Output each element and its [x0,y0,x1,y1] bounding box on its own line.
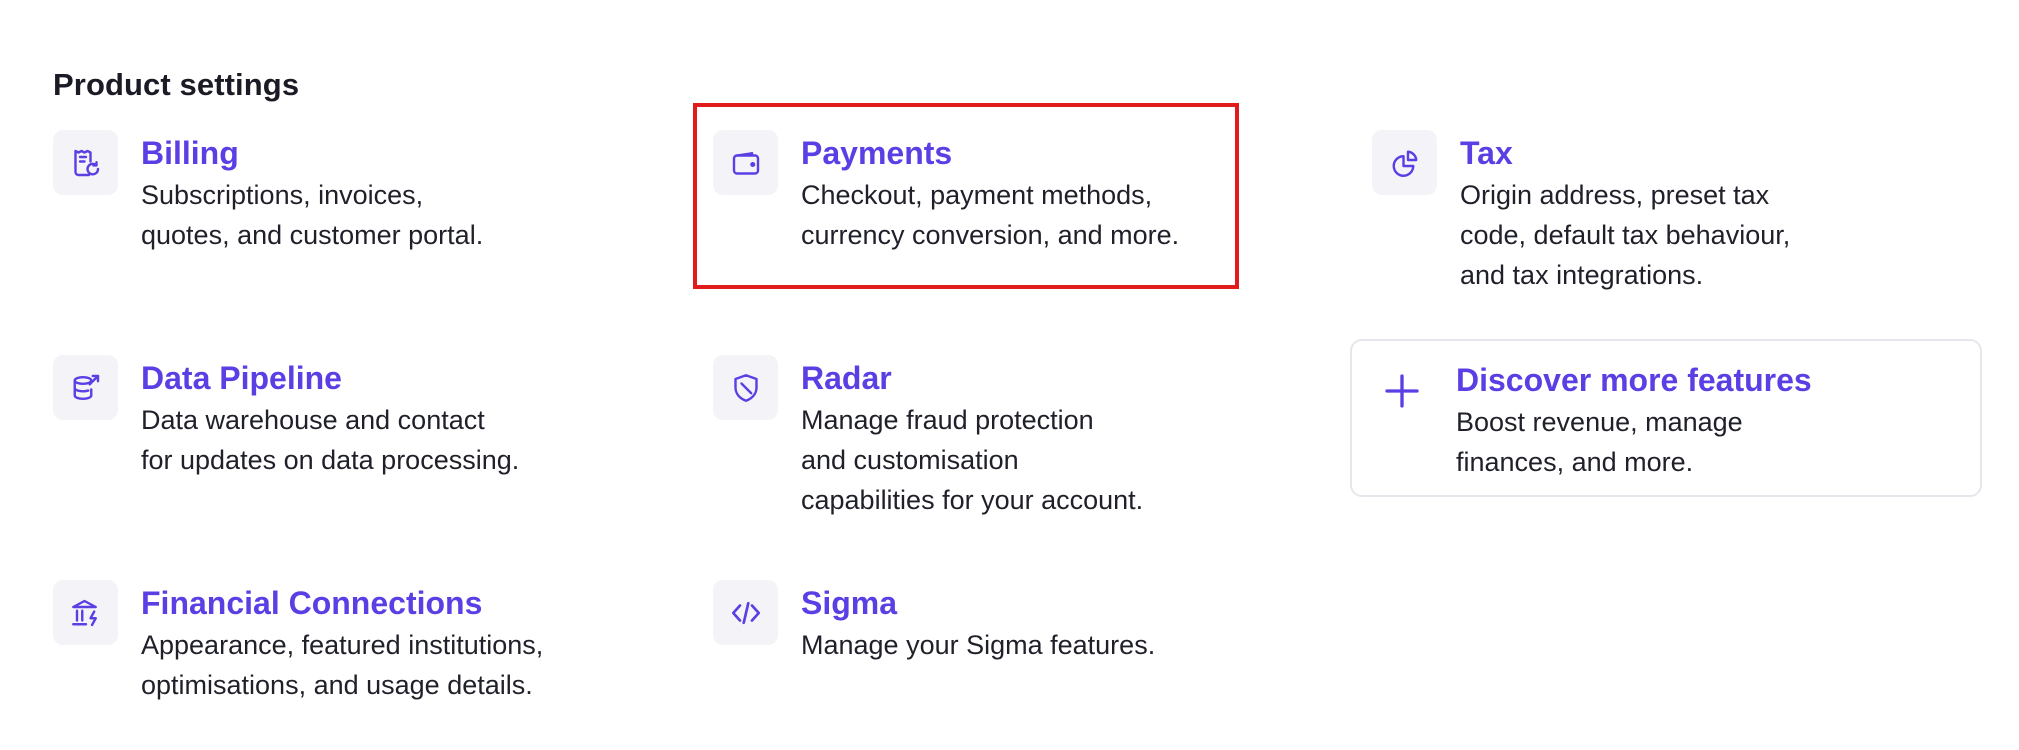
billing-desc-line: quotes, and customer portal. [141,220,484,250]
discover-more-link[interactable]: Discover more features [1456,360,2016,400]
data-pipeline-desc-line: for updates on data processing. [141,445,520,475]
page-title: Product settings [53,66,300,102]
discover-desc-line: finances, and more. [1456,447,1694,477]
data-pipeline-desc-line: Data warehouse and contact [141,405,485,435]
pie-chart-icon [1372,130,1437,195]
bank-icon [53,580,118,645]
code-icon [713,580,778,645]
receipt-refresh-icon [53,130,118,195]
radar-link[interactable]: Radar [801,358,1361,398]
radar-desc-line: and customisation [801,445,1019,475]
financial-connections-description: Appearance, featured institutions, optim… [141,625,701,705]
billing-desc-line: Subscriptions, invoices, [141,180,424,210]
data-pipeline-description: Data warehouse and contact for updates o… [141,400,701,480]
radar-desc-line: Manage fraud protection [801,405,1094,435]
tax-desc-line: and tax integrations. [1460,260,1704,290]
shield-icon [713,355,778,420]
discover-more-card[interactable]: Discover more features Boost revenue, ma… [1350,339,1982,497]
billing-link[interactable]: Billing [141,133,701,173]
plus-icon [1385,374,1419,408]
data-pipeline-link[interactable]: Data Pipeline [141,358,701,398]
sigma-description: Manage your Sigma features. [801,625,1361,665]
financial-connections-link[interactable]: Financial Connections [141,583,701,623]
database-export-icon [53,355,118,420]
sigma-link[interactable]: Sigma [801,583,1361,623]
tax-desc-line: Origin address, preset tax [1460,180,1770,210]
tax-description: Origin address, preset tax code, default… [1460,175,2019,295]
financial-connections-desc-line: Appearance, featured institutions, [141,630,544,660]
sigma-desc-line: Manage your Sigma features. [801,630,1156,660]
billing-description: Subscriptions, invoices, quotes, and cus… [141,175,701,255]
financial-connections-desc-line: optimisations, and usage details. [141,670,533,700]
discover-desc-line: Boost revenue, manage [1456,407,1743,437]
radar-desc-line: capabilities for your account. [801,485,1144,515]
highlight-box [693,103,1239,289]
discover-more-description: Boost revenue, manage finances, and more… [1456,402,2016,482]
tax-link[interactable]: Tax [1460,133,2019,173]
tax-desc-line: code, default tax behaviour, [1460,220,1791,250]
radar-description: Manage fraud protection and customisatio… [801,400,1361,520]
